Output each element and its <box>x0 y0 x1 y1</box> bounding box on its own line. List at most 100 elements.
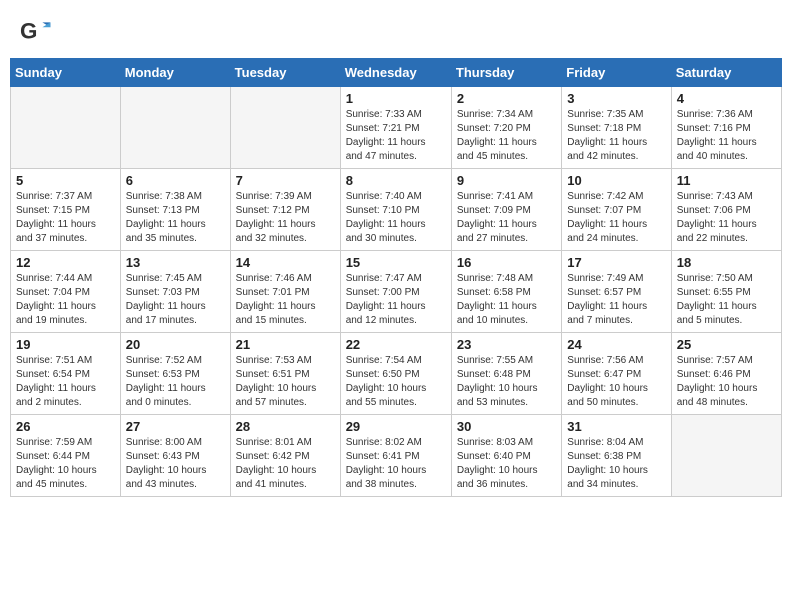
day-number: 16 <box>457 255 556 270</box>
calendar-cell: 11 Sunrise: 7:43 AM Sunset: 7:06 PM Dayli… <box>671 169 781 251</box>
calendar-cell: 29 Sunrise: 8:02 AM Sunset: 6:41 PM Dayli… <box>340 415 451 497</box>
calendar-cell: 7 Sunrise: 7:39 AM Sunset: 7:12 PM Daylig… <box>230 169 340 251</box>
day-header-friday: Friday <box>562 59 671 87</box>
day-number: 11 <box>677 173 776 188</box>
day-number: 2 <box>457 91 556 106</box>
calendar-cell: 1 Sunrise: 7:33 AM Sunset: 7:21 PM Daylig… <box>340 87 451 169</box>
calendar-cell: 24 Sunrise: 7:56 AM Sunset: 6:47 PM Dayli… <box>562 333 671 415</box>
day-info: Sunrise: 7:49 AM Sunset: 6:57 PM Dayligh… <box>567 272 665 328</box>
day-info: Sunrise: 8:04 AM Sunset: 6:38 PM Dayligh… <box>567 436 665 492</box>
day-header-tuesday: Tuesday <box>230 59 340 87</box>
day-info: Sunrise: 7:48 AM Sunset: 6:58 PM Dayligh… <box>457 272 556 328</box>
logo-icon: G <box>20 16 52 48</box>
calendar-cell: 16 Sunrise: 7:48 AM Sunset: 6:58 PM Dayli… <box>451 251 561 333</box>
calendar-cell <box>11 87 121 169</box>
day-header-thursday: Thursday <box>451 59 561 87</box>
day-info: Sunrise: 8:00 AM Sunset: 6:43 PM Dayligh… <box>126 436 225 492</box>
day-number: 8 <box>346 173 446 188</box>
day-number: 21 <box>236 337 335 352</box>
calendar-cell: 30 Sunrise: 8:03 AM Sunset: 6:40 PM Dayli… <box>451 415 561 497</box>
week-row-2: 12 Sunrise: 7:44 AM Sunset: 7:04 PM Dayli… <box>11 251 782 333</box>
day-info: Sunrise: 7:41 AM Sunset: 7:09 PM Dayligh… <box>457 190 556 246</box>
day-info: Sunrise: 7:54 AM Sunset: 6:50 PM Dayligh… <box>346 354 446 410</box>
week-row-1: 5Sunrise: 7:37 AM Sunset: 7:15 PM Daylig… <box>11 169 782 251</box>
calendar-cell: 3 Sunrise: 7:35 AM Sunset: 7:18 PM Daylig… <box>562 87 671 169</box>
day-number: 14 <box>236 255 335 270</box>
day-info: Sunrise: 7:39 AM Sunset: 7:12 PM Dayligh… <box>236 190 335 246</box>
day-number: 4 <box>677 91 776 106</box>
day-info: Sunrise: 7:51 AM Sunset: 6:54 PM Dayligh… <box>16 354 115 410</box>
day-info: Sunrise: 7:52 AM Sunset: 6:53 PM Dayligh… <box>126 354 225 410</box>
day-number: 10 <box>567 173 665 188</box>
day-number: 15 <box>346 255 446 270</box>
day-header-sunday: Sunday <box>11 59 121 87</box>
calendar-cell: 12 Sunrise: 7:44 AM Sunset: 7:04 PM Dayli… <box>11 251 121 333</box>
day-info: Sunrise: 8:02 AM Sunset: 6:41 PM Dayligh… <box>346 436 446 492</box>
day-info: Sunrise: 7:33 AM Sunset: 7:21 PM Dayligh… <box>346 108 446 164</box>
day-number: 23 <box>457 337 556 352</box>
logo: G <box>20 16 56 48</box>
calendar-cell: 25 Sunrise: 7:57 AM Sunset: 6:46 PM Dayli… <box>671 333 781 415</box>
day-number: 13 <box>126 255 225 270</box>
calendar-cell: 26 Sunrise: 7:59 AM Sunset: 6:44 PM Dayli… <box>11 415 121 497</box>
calendar-cell: 19 Sunrise: 7:51 AM Sunset: 6:54 PM Dayli… <box>11 333 121 415</box>
day-number: 1 <box>346 91 446 106</box>
calendar-cell <box>120 87 230 169</box>
day-info: Sunrise: 7:35 AM Sunset: 7:18 PM Dayligh… <box>567 108 665 164</box>
calendar-cell: 4 Sunrise: 7:36 AM Sunset: 7:16 PM Daylig… <box>671 87 781 169</box>
calendar-cell: 17 Sunrise: 7:49 AM Sunset: 6:57 PM Dayli… <box>562 251 671 333</box>
day-header-monday: Monday <box>120 59 230 87</box>
calendar-cell: 21 Sunrise: 7:53 AM Sunset: 6:51 PM Dayli… <box>230 333 340 415</box>
calendar-cell <box>671 415 781 497</box>
day-number: 25 <box>677 337 776 352</box>
day-info: Sunrise: 7:57 AM Sunset: 6:46 PM Dayligh… <box>677 354 776 410</box>
day-number: 6 <box>126 173 225 188</box>
day-number: 26 <box>16 419 115 434</box>
day-number: 30 <box>457 419 556 434</box>
calendar-cell: 23 Sunrise: 7:55 AM Sunset: 6:48 PM Dayli… <box>451 333 561 415</box>
day-info: Sunrise: 7:53 AM Sunset: 6:51 PM Dayligh… <box>236 354 335 410</box>
day-number: 18 <box>677 255 776 270</box>
day-number: 12 <box>16 255 115 270</box>
day-number: 29 <box>346 419 446 434</box>
day-number: 5 <box>16 173 115 188</box>
day-info: Sunrise: 7:36 AM Sunset: 7:16 PM Dayligh… <box>677 108 776 164</box>
day-number: 7 <box>236 173 335 188</box>
calendar-cell: 18Sunrise: 7:50 AM Sunset: 6:55 PM Dayli… <box>671 251 781 333</box>
svg-text:G: G <box>20 18 37 43</box>
day-info: Sunrise: 7:59 AM Sunset: 6:44 PM Dayligh… <box>16 436 115 492</box>
calendar-cell: 14 Sunrise: 7:46 AM Sunset: 7:01 PM Dayli… <box>230 251 340 333</box>
calendar-table: SundayMondayTuesdayWednesdayThursdayFrid… <box>10 58 782 497</box>
day-info: Sunrise: 7:34 AM Sunset: 7:20 PM Dayligh… <box>457 108 556 164</box>
calendar-cell: 2 Sunrise: 7:34 AM Sunset: 7:20 PM Daylig… <box>451 87 561 169</box>
day-info: Sunrise: 7:47 AM Sunset: 7:00 PM Dayligh… <box>346 272 446 328</box>
day-info: Sunrise: 7:38 AM Sunset: 7:13 PM Dayligh… <box>126 190 225 246</box>
week-row-4: 26 Sunrise: 7:59 AM Sunset: 6:44 PM Dayli… <box>11 415 782 497</box>
calendar-cell: 10Sunrise: 7:42 AM Sunset: 7:07 PM Dayli… <box>562 169 671 251</box>
day-info: Sunrise: 7:45 AM Sunset: 7:03 PM Dayligh… <box>126 272 225 328</box>
page-header: G <box>0 0 792 58</box>
day-info: Sunrise: 7:43 AM Sunset: 7:06 PM Dayligh… <box>677 190 776 246</box>
calendar-cell: 13 Sunrise: 7:45 AM Sunset: 7:03 PM Dayli… <box>120 251 230 333</box>
day-number: 17 <box>567 255 665 270</box>
day-number: 24 <box>567 337 665 352</box>
day-number: 3 <box>567 91 665 106</box>
days-header-row: SundayMondayTuesdayWednesdayThursdayFrid… <box>11 59 782 87</box>
day-number: 27 <box>126 419 225 434</box>
day-info: Sunrise: 7:44 AM Sunset: 7:04 PM Dayligh… <box>16 272 115 328</box>
calendar-cell: 9Sunrise: 7:41 AM Sunset: 7:09 PM Daylig… <box>451 169 561 251</box>
day-number: 31 <box>567 419 665 434</box>
day-info: Sunrise: 7:40 AM Sunset: 7:10 PM Dayligh… <box>346 190 446 246</box>
calendar-cell: 5Sunrise: 7:37 AM Sunset: 7:15 PM Daylig… <box>11 169 121 251</box>
day-info: Sunrise: 7:46 AM Sunset: 7:01 PM Dayligh… <box>236 272 335 328</box>
day-info: Sunrise: 7:55 AM Sunset: 6:48 PM Dayligh… <box>457 354 556 410</box>
day-info: Sunrise: 7:56 AM Sunset: 6:47 PM Dayligh… <box>567 354 665 410</box>
calendar-cell: 6 Sunrise: 7:38 AM Sunset: 7:13 PM Daylig… <box>120 169 230 251</box>
day-info: Sunrise: 8:01 AM Sunset: 6:42 PM Dayligh… <box>236 436 335 492</box>
day-number: 28 <box>236 419 335 434</box>
day-number: 22 <box>346 337 446 352</box>
day-number: 19 <box>16 337 115 352</box>
day-info: Sunrise: 8:03 AM Sunset: 6:40 PM Dayligh… <box>457 436 556 492</box>
calendar-cell: 20Sunrise: 7:52 AM Sunset: 6:53 PM Dayli… <box>120 333 230 415</box>
calendar-cell <box>230 87 340 169</box>
